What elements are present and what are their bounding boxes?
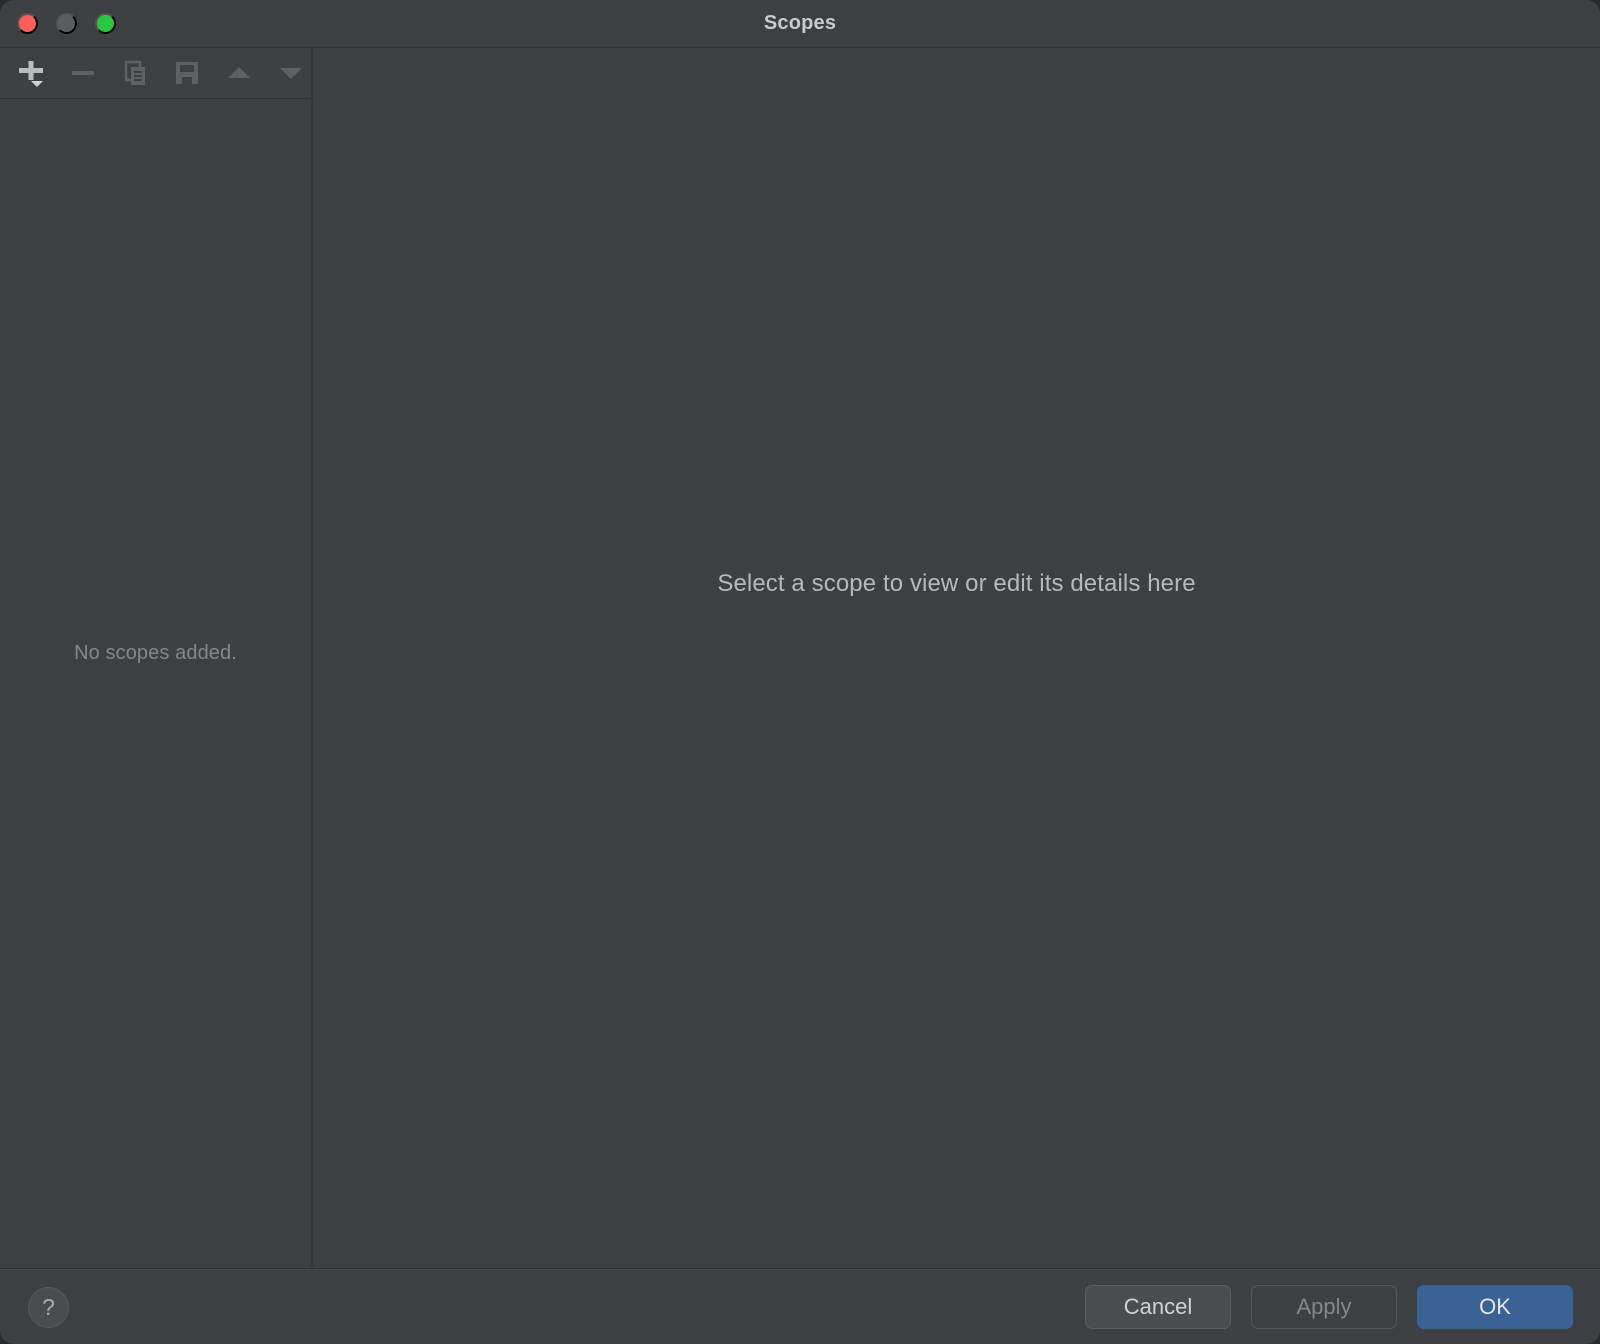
save-scope-button[interactable] xyxy=(166,53,207,94)
dialog-footer: ? Cancel Apply OK xyxy=(0,1269,1600,1344)
title-bar: Scopes xyxy=(0,0,1600,48)
add-icon xyxy=(16,58,46,88)
footer-button-group: Cancel Apply OK xyxy=(1085,1285,1573,1329)
scopes-sidebar: No scopes added. xyxy=(0,48,313,1268)
scopes-toolbar xyxy=(0,48,311,99)
scope-detail-placeholder: Select a scope to view or edit its detai… xyxy=(717,570,1196,597)
apply-button[interactable]: Apply xyxy=(1251,1285,1397,1329)
scope-detail-panel: Select a scope to view or edit its detai… xyxy=(313,48,1600,1268)
window-controls xyxy=(0,13,116,34)
minimize-window-button[interactable] xyxy=(56,13,77,34)
ok-button[interactable]: OK xyxy=(1417,1285,1573,1329)
maximize-window-button[interactable] xyxy=(95,13,116,34)
scopes-list: No scopes added. xyxy=(0,99,311,1268)
scopes-dialog-window: Scopes No scopes added. Select a scope t… xyxy=(0,0,1600,1344)
help-button[interactable]: ? xyxy=(28,1286,69,1328)
move-down-icon xyxy=(276,58,306,88)
remove-icon xyxy=(68,58,98,88)
scopes-empty-message: No scopes added. xyxy=(74,642,237,664)
dialog-body: No scopes added. Select a scope to view … xyxy=(0,48,1600,1269)
duplicate-scope-button[interactable] xyxy=(114,53,155,94)
add-scope-button[interactable] xyxy=(10,53,51,94)
close-window-button[interactable] xyxy=(17,13,38,34)
move-scope-up-button[interactable] xyxy=(218,53,259,94)
move-up-icon xyxy=(224,58,254,88)
move-scope-down-button[interactable] xyxy=(270,53,311,94)
copy-icon xyxy=(120,58,150,88)
cancel-button[interactable]: Cancel xyxy=(1085,1285,1231,1329)
window-title: Scopes xyxy=(763,12,837,34)
remove-scope-button[interactable] xyxy=(62,53,103,94)
save-icon xyxy=(172,58,202,88)
